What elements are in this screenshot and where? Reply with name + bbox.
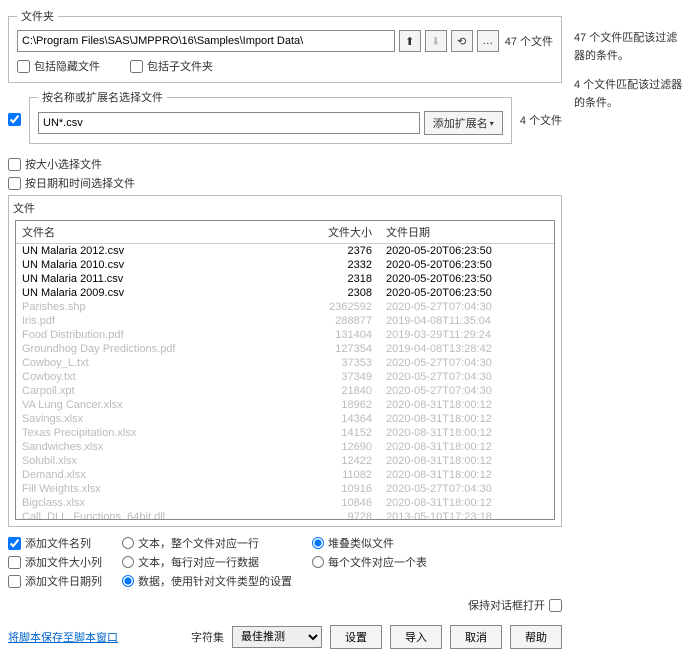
table-row[interactable]: UN Malaria 2009.csv23082020-05-20T06:23:… [16,286,554,300]
folder-path-input[interactable] [17,30,395,52]
name-legend: 按名称或扩展名选择文件 [38,89,167,105]
stack-similar[interactable]: 堆叠类似文件 [312,535,427,551]
side-notes: 47 个文件匹配该过滤器的条件。 4 个文件匹配该过滤器的条件。 [570,0,690,657]
files-table: 文件名 文件大小 文件日期 UN Malaria 2012.csv2376202… [15,220,555,520]
folder-count: 47 个文件 [505,33,553,49]
one-per-table[interactable]: 每个文件对应一个表 [312,554,427,570]
files-group: 文件 文件名 文件大小 文件日期 UN Malaria 2012.csv2376… [8,195,562,527]
table-row[interactable]: Sandwiches.xlsx126902020-08-31T18:00:12 [16,440,554,454]
up-button[interactable]: ⬆ [399,30,421,52]
add-name-col[interactable]: 添加文件名列 [8,535,102,551]
refresh-button[interactable]: ⟲ [451,30,473,52]
table-row[interactable]: Call_DLL_Functions_64bit.dll97282013-05-… [16,510,554,520]
add-ext-button[interactable]: 添加扩展名▾ [424,111,503,135]
files-body[interactable]: UN Malaria 2012.csv23762020-05-20T06:23:… [16,244,554,520]
table-row[interactable]: Cowboy_L.txt373532020-05-27T07:04:30 [16,356,554,370]
table-row[interactable]: Iris.pdf2888772019-04-08T11:35:04 [16,314,554,328]
hidden-checkbox[interactable]: 包括隐藏文件 [17,58,100,74]
keep-open-checkbox[interactable]: 保持对话框打开 [8,597,562,613]
table-row[interactable]: Solubil.xlsx124222020-08-31T18:00:12 [16,454,554,468]
table-row[interactable]: UN Malaria 2012.csv23762020-05-20T06:23:… [16,244,554,258]
data-type-settings[interactable]: 数据，使用针对文件类型的设置 [122,573,292,589]
col-name[interactable]: 文件名 [16,224,296,240]
name-group: 按名称或扩展名选择文件 添加扩展名▾ [29,89,512,144]
table-row[interactable]: Texas Precipitation.xlsx141522020-08-31T… [16,426,554,440]
table-row[interactable]: Parishes.shp23625922020-05-27T07:04:30 [16,300,554,314]
table-row[interactable]: Fill Weights.xlsx109162020-05-27T07:04:3… [16,482,554,496]
name-count: 4 个文件 [520,112,562,128]
table-row[interactable]: Bigclass.xlsx108462020-08-31T18:00:12 [16,496,554,510]
text-per-row[interactable]: 文本，每行对应一行数据 [122,554,292,570]
charset-label: 字符集 [191,629,224,645]
col-date[interactable]: 文件日期 [376,224,534,240]
browse-button[interactable]: … [477,30,499,52]
help-button[interactable]: 帮助 [510,625,562,649]
table-row[interactable]: Cowboy.txt373492020-05-27T07:04:30 [16,370,554,384]
col-size[interactable]: 文件大小 [296,224,376,240]
down-button[interactable]: ⬇ [425,30,447,52]
table-row[interactable]: Savings.xlsx143642020-08-31T18:00:12 [16,412,554,426]
subfolder-checkbox[interactable]: 包括子文件夹 [130,58,213,74]
folder-legend: 文件夹 [17,8,58,24]
import-button[interactable]: 导入 [390,625,442,649]
add-date-col[interactable]: 添加文件日期列 [8,573,102,589]
table-row[interactable]: VA Lung Cancer.xlsx189622020-08-31T18:00… [16,398,554,412]
name-filter-toggle[interactable] [8,113,21,126]
charset-select[interactable]: 最佳推测 [232,626,322,648]
date-filter-checkbox[interactable]: 按日期和时间选择文件 [8,175,562,191]
table-row[interactable]: Carpoll.xpt218402020-05-27T07:04:30 [16,384,554,398]
table-row[interactable]: UN Malaria 2011.csv23182020-05-20T06:23:… [16,272,554,286]
add-size-col[interactable]: 添加文件大小列 [8,554,102,570]
cancel-button[interactable]: 取消 [450,625,502,649]
save-script-link[interactable]: 将脚本保存至脚本窗口 [8,629,118,645]
table-row[interactable]: Food Distribution.pdf1314042019-03-29T11… [16,328,554,342]
settings-button[interactable]: 设置 [330,625,382,649]
table-row[interactable]: UN Malaria 2010.csv23322020-05-20T06:23:… [16,258,554,272]
table-row[interactable]: Groundhog Day Predictions.pdf1273542019-… [16,342,554,356]
table-row[interactable]: Demand.xlsx110822020-08-31T18:00:12 [16,468,554,482]
text-one-line[interactable]: 文本，整个文件对应一行 [122,535,292,551]
size-filter-checkbox[interactable]: 按大小选择文件 [8,156,562,172]
files-label: 文件 [9,196,561,218]
folder-group: 文件夹 ⬆ ⬇ ⟲ … 47 个文件 包括隐藏文件 包括子文件夹 [8,8,562,83]
name-filter-input[interactable] [38,112,420,134]
